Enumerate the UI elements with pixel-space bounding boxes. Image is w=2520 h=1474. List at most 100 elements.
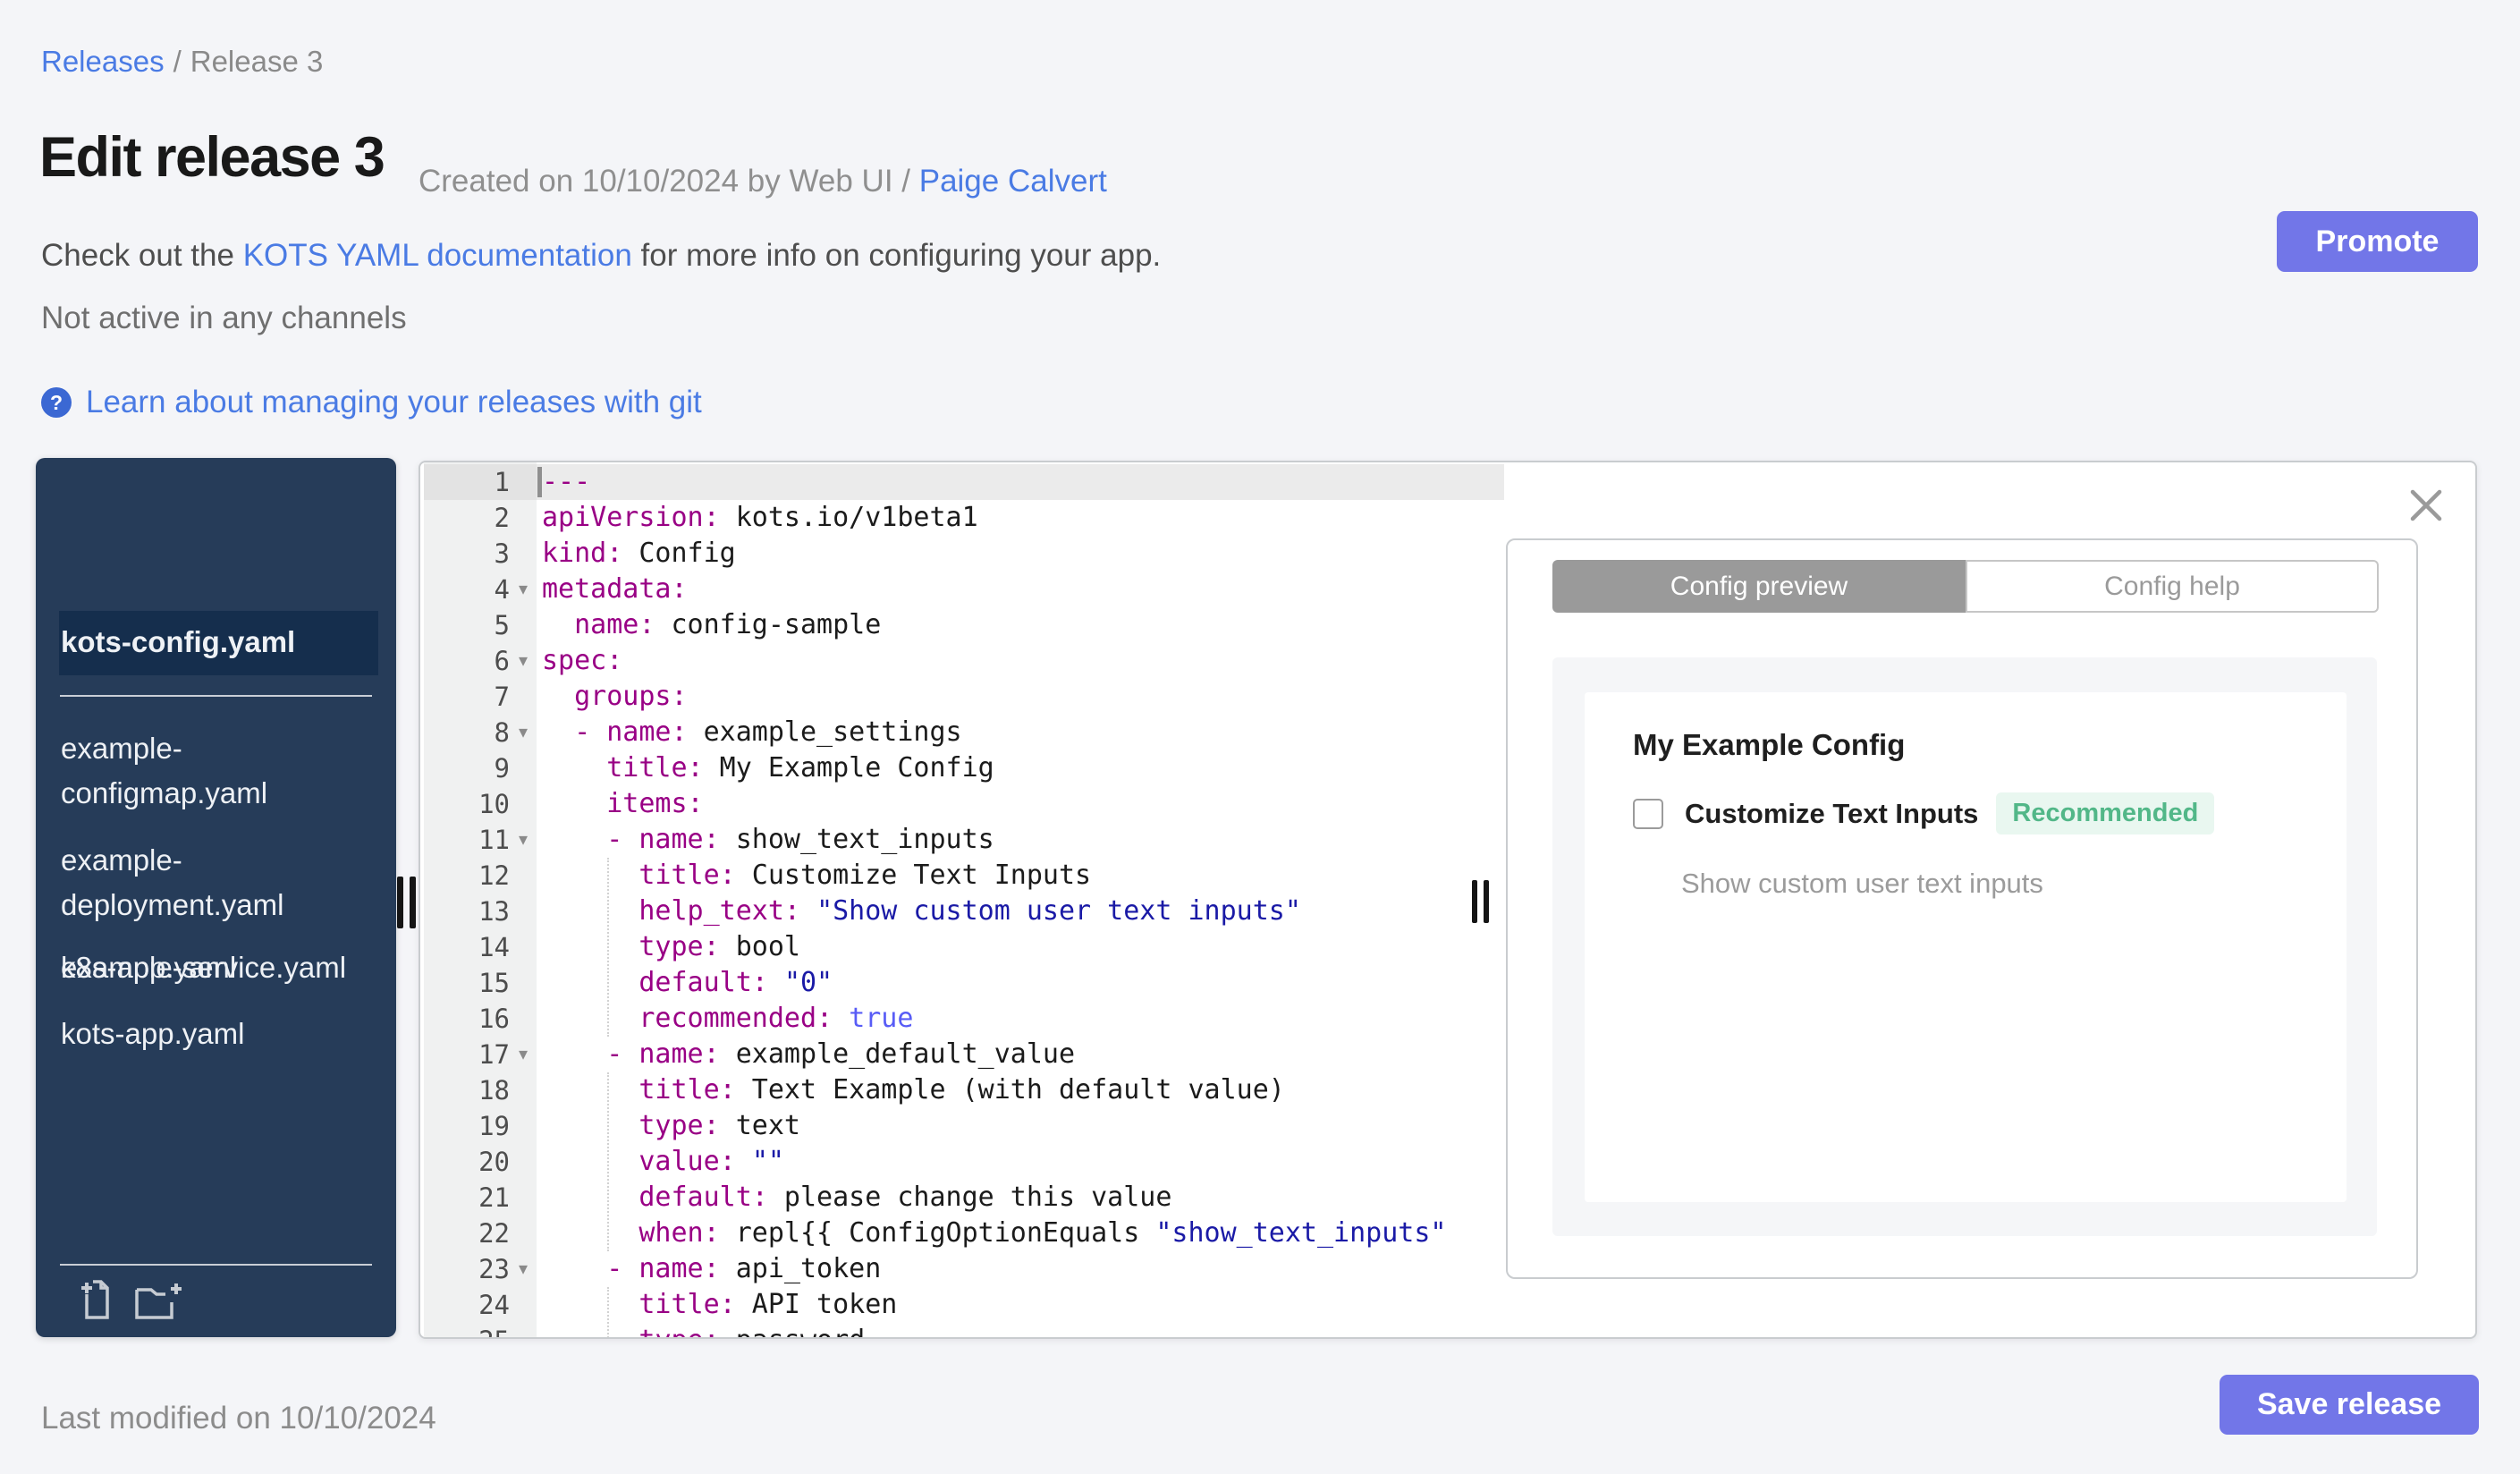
- code-line[interactable]: type: bool: [537, 929, 1504, 965]
- gutter-line[interactable]: 22: [424, 1216, 537, 1251]
- code-line[interactable]: groups:: [537, 679, 1504, 715]
- code-line[interactable]: ---: [537, 464, 1504, 500]
- gutter-line[interactable]: 21: [424, 1180, 537, 1216]
- tab-config-help[interactable]: Config help: [1966, 560, 2379, 613]
- gutter-line[interactable]: 17 ▾: [424, 1037, 537, 1072]
- gutter-line[interactable]: 20: [424, 1144, 537, 1180]
- gutter-line[interactable]: 18: [424, 1072, 537, 1108]
- code-line[interactable]: - name: example_default_value: [537, 1037, 1504, 1072]
- sidebar-resize-handle[interactable]: [397, 877, 416, 928]
- gutter-line[interactable]: 11 ▾: [424, 822, 537, 858]
- editor-row[interactable]: 8 ▾ - name: example_settings: [424, 715, 1504, 750]
- sidebar-item-kots-config[interactable]: kots-config.yaml: [61, 624, 365, 660]
- code-line[interactable]: - name: example_settings: [537, 715, 1504, 750]
- gutter-line[interactable]: 16: [424, 1001, 537, 1037]
- code-line[interactable]: spec:: [537, 643, 1504, 679]
- editor-row[interactable]: 21 default: please change this value: [424, 1180, 1504, 1216]
- code-line[interactable]: - name: show_text_inputs: [537, 822, 1504, 858]
- editor-row[interactable]: 10 items:: [424, 786, 1504, 822]
- code-line[interactable]: default: "0": [537, 965, 1504, 1001]
- sidebar-item-example-configmap[interactable]: example-configmap.yaml: [61, 726, 365, 816]
- gutter-line[interactable]: 24: [424, 1287, 537, 1323]
- gutter-line[interactable]: 19: [424, 1108, 537, 1144]
- sidebar-item-example-service[interactable]: example-service.yaml: [61, 950, 365, 986]
- editor-row[interactable]: 25 type: password: [424, 1323, 1504, 1337]
- tab-config-preview[interactable]: Config preview: [1552, 560, 1966, 613]
- sidebar-item-example-deployment[interactable]: example-deployment.yaml: [61, 838, 365, 928]
- editor-row[interactable]: 1 ---: [424, 464, 1504, 500]
- gutter-line[interactable]: 12: [424, 858, 537, 894]
- editor-row[interactable]: 6 ▾ spec:: [424, 643, 1504, 679]
- editor-row[interactable]: 15 default: "0": [424, 965, 1504, 1001]
- gutter-line[interactable]: 5: [424, 607, 537, 643]
- promote-button[interactable]: Promote: [2277, 211, 2478, 272]
- editor-row[interactable]: 17 ▾ - name: example_default_value: [424, 1037, 1504, 1072]
- author-link[interactable]: Paige Calvert: [919, 164, 1107, 199]
- gutter-line[interactable]: 3: [424, 536, 537, 572]
- customize-text-inputs-checkbox[interactable]: [1633, 798, 1663, 829]
- gutter-line[interactable]: 25: [424, 1323, 537, 1337]
- code-line[interactable]: - name: api_token: [537, 1251, 1504, 1287]
- editor-row[interactable]: 3 kind: Config: [424, 536, 1504, 572]
- editor-row[interactable]: 24 title: API token: [424, 1287, 1504, 1323]
- gutter-line[interactable]: 7: [424, 679, 537, 715]
- gutter-line[interactable]: 10: [424, 786, 537, 822]
- editor-rows[interactable]: 1 --- 2 apiVersion: kots.io/v1beta1 3 kind: C…: [424, 464, 1504, 1337]
- fold-arrow-icon[interactable]: ▾: [510, 1251, 537, 1287]
- code-line[interactable]: name: config-sample: [537, 607, 1504, 643]
- editor-resize-handle[interactable]: [1472, 880, 1489, 923]
- editor-row[interactable]: 22 when: repl{{ ConfigOptionEquals "show…: [424, 1216, 1504, 1251]
- gutter-line[interactable]: 15: [424, 965, 537, 1001]
- code-line[interactable]: value: "": [537, 1144, 1504, 1180]
- close-icon[interactable]: [2408, 487, 2444, 523]
- gutter-line[interactable]: 13: [424, 894, 537, 929]
- code-line[interactable]: title: API token: [537, 1287, 1504, 1323]
- code-line[interactable]: recommended: true: [537, 1001, 1504, 1037]
- breadcrumb-releases-link[interactable]: Releases: [41, 45, 165, 78]
- add-file-icon[interactable]: [78, 1279, 114, 1322]
- editor-row[interactable]: 9 title: My Example Config: [424, 750, 1504, 786]
- gutter-line[interactable]: 1: [424, 464, 537, 500]
- editor-row[interactable]: 20 value: "": [424, 1144, 1504, 1180]
- editor-row[interactable]: 19 type: text: [424, 1108, 1504, 1144]
- fold-arrow-icon[interactable]: ▾: [510, 1037, 537, 1072]
- editor-row[interactable]: 14 type: bool: [424, 929, 1504, 965]
- code-line[interactable]: title: My Example Config: [537, 750, 1504, 786]
- gutter-line[interactable]: 6 ▾: [424, 643, 537, 679]
- fold-arrow-icon[interactable]: ▾: [510, 643, 537, 679]
- gutter-line[interactable]: 4 ▾: [424, 572, 537, 607]
- code-line[interactable]: metadata:: [537, 572, 1504, 607]
- code-line[interactable]: title: Customize Text Inputs: [537, 858, 1504, 894]
- save-release-button[interactable]: Save release: [2220, 1375, 2479, 1435]
- sidebar-item-kots-app[interactable]: kots-app.yaml: [61, 1016, 365, 1052]
- add-folder-icon[interactable]: [130, 1279, 185, 1322]
- editor-row[interactable]: 5 name: config-sample: [424, 607, 1504, 643]
- editor-row[interactable]: 18 title: Text Example (with default val…: [424, 1072, 1504, 1108]
- code-line[interactable]: apiVersion: kots.io/v1beta1: [537, 500, 1504, 536]
- editor-row[interactable]: 16 recommended: true: [424, 1001, 1504, 1037]
- editor-row[interactable]: 13 help_text: "Show custom user text inp…: [424, 894, 1504, 929]
- gutter-line[interactable]: 23 ▾: [424, 1251, 537, 1287]
- fold-arrow-icon[interactable]: ▾: [510, 715, 537, 750]
- editor-row[interactable]: 2 apiVersion: kots.io/v1beta1: [424, 500, 1504, 536]
- code-line[interactable]: when: repl{{ ConfigOptionEquals "show_te…: [537, 1216, 1504, 1251]
- code-line[interactable]: kind: Config: [537, 536, 1504, 572]
- editor-row[interactable]: 11 ▾ - name: show_text_inputs: [424, 822, 1504, 858]
- code-line[interactable]: type: password: [537, 1323, 1504, 1337]
- code-line[interactable]: help_text: "Show custom user text inputs…: [537, 894, 1504, 929]
- code-line[interactable]: items:: [537, 786, 1504, 822]
- code-line[interactable]: title: Text Example (with default value): [537, 1072, 1504, 1108]
- editor-row[interactable]: 23 ▾ - name: api_token: [424, 1251, 1504, 1287]
- kots-yaml-doc-link[interactable]: KOTS YAML documentation: [243, 238, 632, 273]
- code-line[interactable]: default: please change this value: [537, 1180, 1504, 1216]
- gutter-line[interactable]: 9: [424, 750, 537, 786]
- fold-arrow-icon[interactable]: ▾: [510, 572, 537, 607]
- editor-row[interactable]: 12 title: Customize Text Inputs: [424, 858, 1504, 894]
- gutter-line[interactable]: 14: [424, 929, 537, 965]
- git-help-link[interactable]: Learn about managing your releases with …: [86, 385, 702, 420]
- gutter-line[interactable]: 8 ▾: [424, 715, 537, 750]
- editor-row[interactable]: 4 ▾ metadata:: [424, 572, 1504, 607]
- code-line[interactable]: type: text: [537, 1108, 1504, 1144]
- editor-row[interactable]: 7 groups:: [424, 679, 1504, 715]
- gutter-line[interactable]: 2: [424, 500, 537, 536]
